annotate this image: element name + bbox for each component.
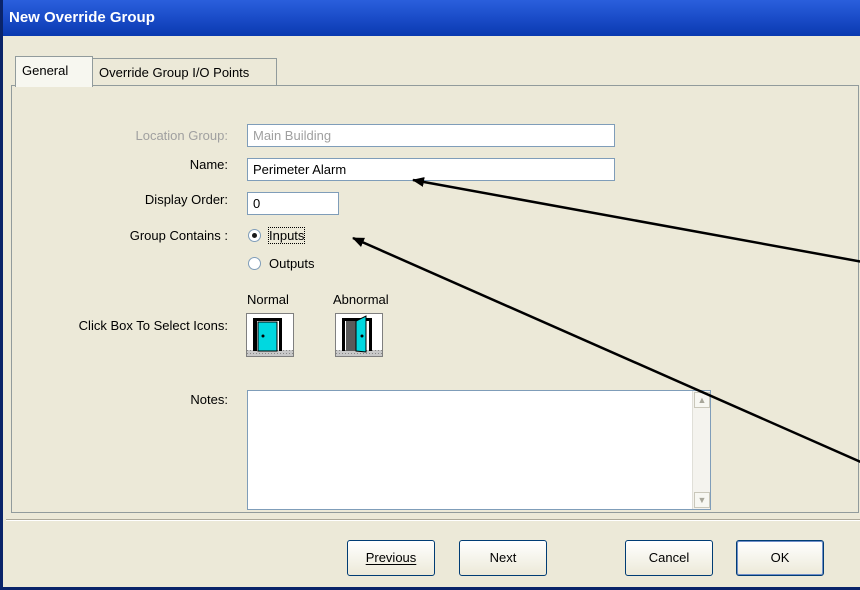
title-bar: New Override Group xyxy=(3,0,860,36)
scroll-up-icon[interactable]: ▲ xyxy=(694,392,710,408)
inputs-radio-label[interactable]: Inputs xyxy=(267,226,306,244)
display-order-field[interactable]: 0 xyxy=(247,192,339,215)
inputs-radio-button[interactable] xyxy=(248,228,261,242)
abnormal-icon-label: Abnormal xyxy=(333,292,389,307)
location-group-field: Main Building xyxy=(247,124,615,147)
window-title: New Override Group xyxy=(9,9,155,26)
notes-scrollbar[interactable]: ▲ ▼ xyxy=(692,391,710,509)
notes-label: Notes: xyxy=(190,392,228,407)
button-separator xyxy=(6,519,860,521)
ok-button[interactable]: OK xyxy=(736,540,824,576)
outputs-radio-label[interactable]: Outputs xyxy=(269,256,315,271)
normal-icon-label: Normal xyxy=(247,292,289,307)
previous-button[interactable]: Previous xyxy=(347,540,435,576)
next-button[interactable]: Next xyxy=(459,540,547,576)
normal-icon-box[interactable] xyxy=(246,313,294,357)
group-contains-label: Group Contains : xyxy=(129,228,228,243)
tab-override-group-io-points[interactable]: Override Group I/O Points xyxy=(92,58,277,86)
override-group-dialog: New Override Group General Override Grou… xyxy=(0,0,860,590)
notes-text xyxy=(248,391,710,397)
location-group-label: Location Group: xyxy=(135,128,228,143)
cancel-button-label: Cancel xyxy=(648,550,690,565)
name-field[interactable]: Perimeter Alarm xyxy=(247,158,615,181)
name-label: Name: xyxy=(189,157,228,172)
closed-door-icon xyxy=(247,318,293,356)
notes-textarea[interactable]: ▲ ▼ xyxy=(247,390,711,510)
next-button-label: Next xyxy=(489,550,517,565)
open-door-icon xyxy=(336,315,382,356)
inputs-radio[interactable]: Inputs xyxy=(248,226,306,244)
display-order-label: Display Order: xyxy=(144,192,228,207)
outputs-radio-button[interactable] xyxy=(248,256,261,270)
ok-button-label: OK xyxy=(770,550,790,565)
select-icons-label: Click Box To Select Icons: xyxy=(78,318,228,333)
cancel-button[interactable]: Cancel xyxy=(625,540,713,576)
outputs-radio[interactable]: Outputs xyxy=(248,254,315,272)
tab-general[interactable]: General xyxy=(15,56,93,87)
scroll-down-icon[interactable]: ▼ xyxy=(694,492,710,508)
previous-button-label: Previous xyxy=(365,550,417,565)
abnormal-icon-box[interactable] xyxy=(335,313,383,357)
